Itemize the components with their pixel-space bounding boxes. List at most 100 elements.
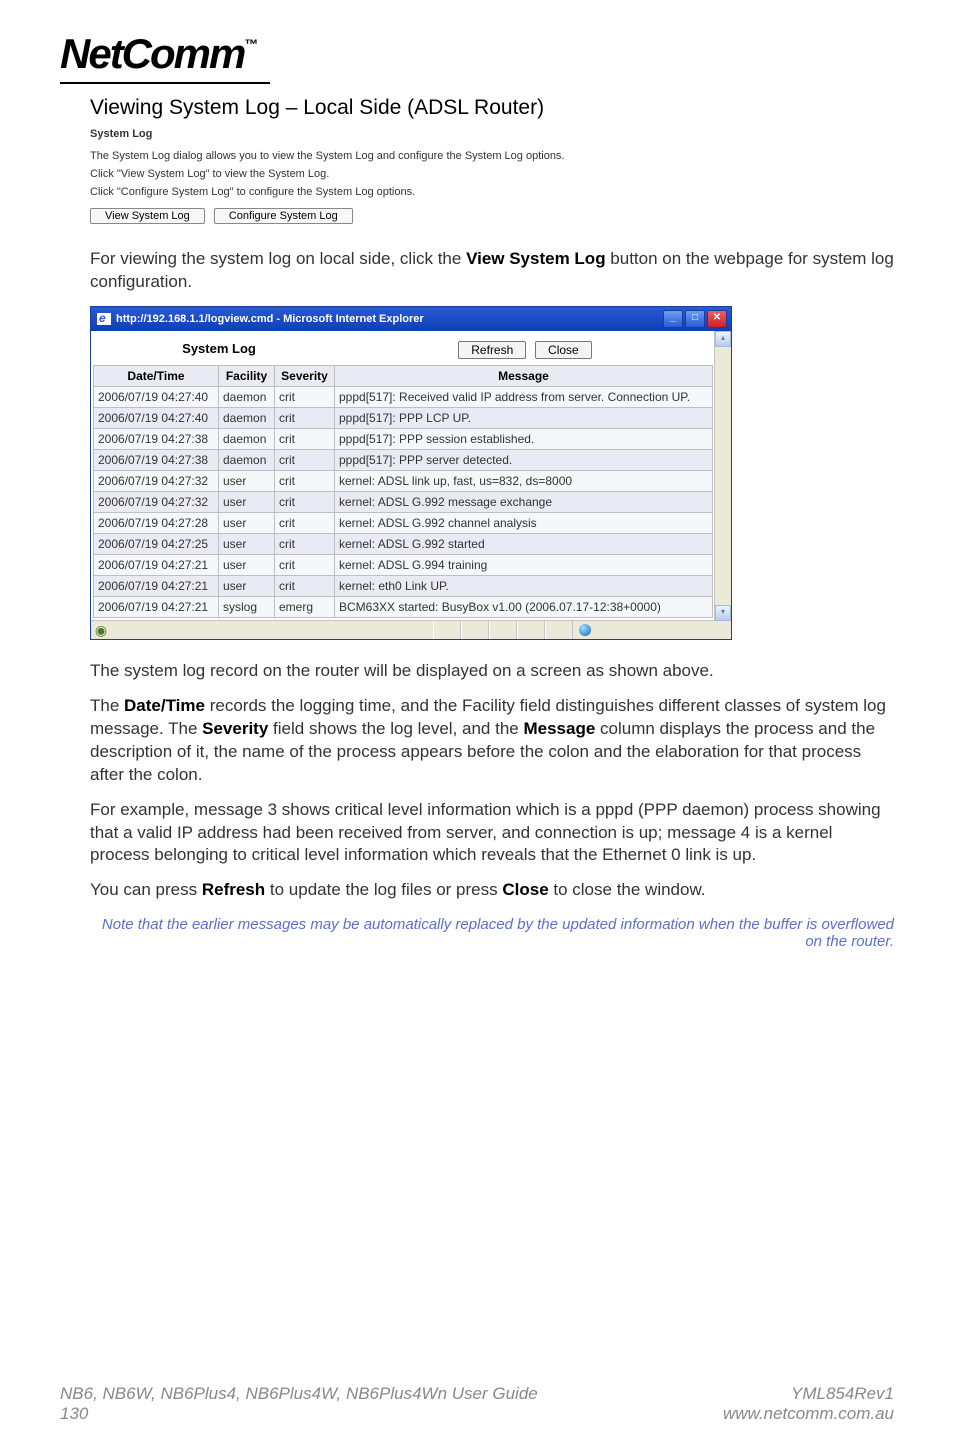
close-button[interactable]: Close [535, 341, 592, 359]
para-2: The system log record on the router will… [90, 660, 894, 683]
table-row: 2006/07/19 04:27:21usercritkernel: ADSL … [94, 554, 713, 575]
para-1: For viewing the system log on local side… [90, 248, 894, 294]
table-row: 2006/07/19 04:27:28usercritkernel: ADSL … [94, 512, 713, 533]
cell-dt: 2006/07/19 04:27:38 [94, 428, 219, 449]
cell-sev: crit [275, 491, 335, 512]
cell-fac: user [219, 470, 275, 491]
cell-msg: kernel: ADSL G.992 message exchange [335, 491, 713, 512]
table-row: 2006/07/19 04:27:38daemoncritpppd[517]: … [94, 449, 713, 470]
ie-page-icon: ◉ [91, 622, 111, 638]
vertical-scrollbar[interactable]: ▴ ▾ [714, 331, 731, 621]
cell-fac: user [219, 512, 275, 533]
para-3: The Date/Time records the logging time, … [90, 695, 894, 787]
ie-icon [97, 313, 111, 325]
cell-dt: 2006/07/19 04:27:32 [94, 470, 219, 491]
view-system-log-button[interactable]: View System Log [90, 208, 205, 224]
cell-dt: 2006/07/19 04:27:40 [94, 386, 219, 407]
cell-sev: emerg [275, 596, 335, 617]
cell-msg: kernel: ADSL G.992 started [335, 533, 713, 554]
log-header-row: Date/Time Facility Severity Message [94, 365, 713, 386]
col-severity: Severity [275, 365, 335, 386]
syslog-view-line: Click "View System Log" to view the Syst… [90, 168, 894, 180]
refresh-button[interactable]: Refresh [458, 341, 526, 359]
cell-dt: 2006/07/19 04:27:21 [94, 575, 219, 596]
table-row: 2006/07/19 04:27:25usercritkernel: ADSL … [94, 533, 713, 554]
ie-titlebar[interactable]: http://192.168.1.1/logview.cmd - Microso… [91, 307, 731, 331]
brand-tm: ™ [244, 36, 257, 52]
table-row: 2006/07/19 04:27:21usercritkernel: eth0 … [94, 575, 713, 596]
cell-fac: user [219, 575, 275, 596]
log-panel-title: System Log [97, 341, 341, 356]
cell-sev: crit [275, 512, 335, 533]
cell-dt: 2006/07/19 04:27:28 [94, 512, 219, 533]
brand-name: NetComm [60, 30, 244, 77]
footer-rev: YML854Rev1 [723, 1384, 894, 1404]
minimize-button[interactable]: _ [663, 310, 683, 328]
configure-system-log-button[interactable]: Configure System Log [214, 208, 353, 224]
ie-window: http://192.168.1.1/logview.cmd - Microso… [90, 306, 732, 640]
syslog-conf-line: Click "Configure System Log" to configur… [90, 186, 894, 198]
cell-sev: crit [275, 449, 335, 470]
brand-logo: NetComm™ [60, 30, 894, 78]
cell-fac: daemon [219, 428, 275, 449]
syslog-config-title: System Log [90, 128, 894, 140]
cell-dt: 2006/07/19 04:27:21 [94, 596, 219, 617]
cell-msg: kernel: eth0 Link UP. [335, 575, 713, 596]
cell-dt: 2006/07/19 04:27:40 [94, 407, 219, 428]
table-row: 2006/07/19 04:27:21syslogemergBCM63XX st… [94, 596, 713, 617]
close-window-button[interactable]: ✕ [707, 310, 727, 328]
para-5: You can press Refresh to update the log … [90, 879, 894, 902]
cell-fac: daemon [219, 386, 275, 407]
section-title: Viewing System Log – Local Side (ADSL Ro… [90, 96, 894, 120]
para-4: For example, message 3 shows critical le… [90, 799, 894, 868]
cell-dt: 2006/07/19 04:27:21 [94, 554, 219, 575]
cell-fac: daemon [219, 407, 275, 428]
log-table: Date/Time Facility Severity Message 2006… [93, 365, 713, 618]
cell-fac: user [219, 533, 275, 554]
note-text: Note that the earlier messages may be au… [90, 916, 894, 950]
cell-fac: user [219, 554, 275, 575]
brand-underline [60, 82, 270, 84]
cell-msg: kernel: ADSL G.992 channel analysis [335, 512, 713, 533]
cell-sev: crit [275, 386, 335, 407]
scroll-up-button[interactable]: ▴ [715, 331, 731, 347]
cell-msg: kernel: ADSL G.994 training [335, 554, 713, 575]
cell-sev: crit [275, 428, 335, 449]
table-row: 2006/07/19 04:27:40daemoncritpppd[517]: … [94, 386, 713, 407]
cell-dt: 2006/07/19 04:27:25 [94, 533, 219, 554]
table-row: 2006/07/19 04:27:40daemoncritpppd[517]: … [94, 407, 713, 428]
syslog-intro: The System Log dialog allows you to view… [90, 150, 894, 162]
cell-dt: 2006/07/19 04:27:32 [94, 491, 219, 512]
cell-msg: kernel: ADSL link up, fast, us=832, ds=8… [335, 470, 713, 491]
cell-msg: pppd[517]: PPP server detected. [335, 449, 713, 470]
scroll-down-button[interactable]: ▾ [715, 605, 731, 621]
cell-msg: pppd[517]: PPP session established. [335, 428, 713, 449]
col-datetime: Date/Time [94, 365, 219, 386]
ie-title-text: http://192.168.1.1/logview.cmd - Microso… [116, 313, 424, 325]
table-row: 2006/07/19 04:27:32usercritkernel: ADSL … [94, 491, 713, 512]
cell-sev: crit [275, 470, 335, 491]
syslog-config-box: System Log The System Log dialog allows … [90, 128, 894, 224]
table-row: 2006/07/19 04:27:32usercritkernel: ADSL … [94, 470, 713, 491]
cell-msg: pppd[517]: PPP LCP UP. [335, 407, 713, 428]
cell-dt: 2006/07/19 04:27:38 [94, 449, 219, 470]
cell-sev: crit [275, 575, 335, 596]
cell-sev: crit [275, 554, 335, 575]
cell-sev: crit [275, 533, 335, 554]
cell-msg: pppd[517]: Received valid IP address fro… [335, 386, 713, 407]
ie-status-bar: ◉ [91, 620, 731, 639]
footer-url: www.netcomm.com.au [723, 1404, 894, 1424]
cell-fac: syslog [219, 596, 275, 617]
footer-page: 130 [60, 1404, 538, 1424]
page-footer: NB6, NB6W, NB6Plus4, NB6Plus4W, NB6Plus4… [0, 1384, 954, 1444]
cell-fac: daemon [219, 449, 275, 470]
cell-fac: user [219, 491, 275, 512]
cell-sev: crit [275, 407, 335, 428]
maximize-button[interactable]: □ [685, 310, 705, 328]
col-message: Message [335, 365, 713, 386]
internet-zone-icon [579, 624, 591, 636]
cell-msg: BCM63XX started: BusyBox v1.00 (2006.07.… [335, 596, 713, 617]
col-facility: Facility [219, 365, 275, 386]
footer-guide: NB6, NB6W, NB6Plus4, NB6Plus4W, NB6Plus4… [60, 1384, 538, 1404]
table-row: 2006/07/19 04:27:38daemoncritpppd[517]: … [94, 428, 713, 449]
